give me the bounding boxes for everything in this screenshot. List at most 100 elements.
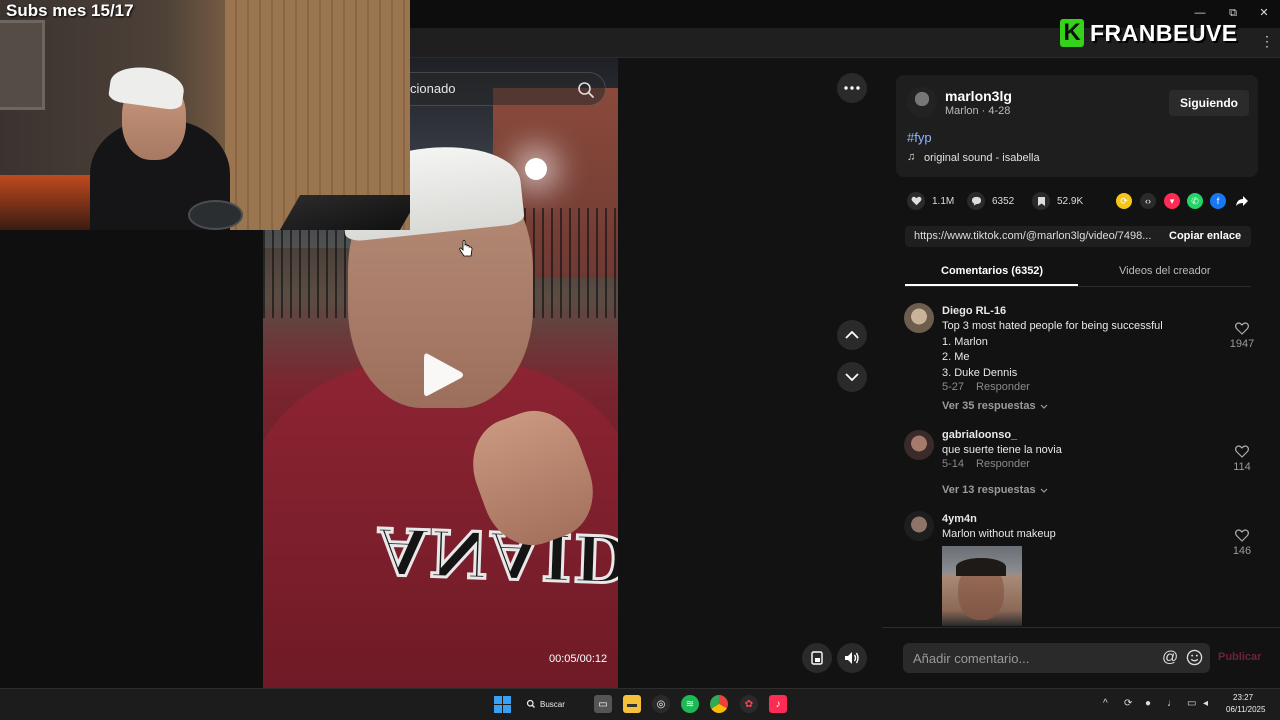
comment-text-line: 1. Marlon — [942, 336, 988, 348]
comment-text-line: Marlon without makeup — [942, 528, 1056, 540]
windows-start-icon[interactable] — [494, 696, 511, 713]
microphone-icon[interactable]: ♩ — [1167, 698, 1177, 709]
composer-divider — [882, 627, 1280, 628]
comment-like-icon[interactable] — [1235, 322, 1249, 335]
share-arrow-icon[interactable] — [1235, 195, 1249, 207]
comment-text-line: 3. Duke Dennis — [942, 367, 1018, 379]
facebook-icon[interactable]: f — [1210, 193, 1226, 209]
comment-count: 6352 — [992, 196, 1015, 207]
volume-button[interactable] — [837, 643, 867, 673]
video-timecode: 00:05/00:12 — [549, 653, 608, 665]
view-replies-button[interactable]: Ver 35 respuestas — [942, 400, 1048, 412]
hashtag-link[interactable]: #fyp — [907, 130, 932, 145]
previous-video-button[interactable] — [837, 320, 867, 350]
bookmark-icon — [1037, 196, 1045, 206]
comment-button[interactable] — [967, 192, 985, 210]
comment-username[interactable]: 4ym4n — [942, 513, 977, 525]
view-replies-label: Ver 13 respuestas — [942, 484, 1036, 496]
heart-icon — [911, 196, 921, 206]
save-button[interactable] — [1032, 192, 1050, 210]
taskbar-search-label: Buscar — [540, 699, 565, 709]
file-explorer-icon[interactable]: ▬ — [623, 695, 641, 713]
comment-text-line: que suerte tiene la novia — [942, 444, 1062, 456]
comment-text-line: 2. Me — [942, 351, 970, 363]
logo-name: FRANBEUVE — [1090, 19, 1238, 46]
next-video-button[interactable] — [837, 362, 867, 392]
webcam-streamer-cap — [107, 63, 187, 111]
tray-sync-icon[interactable]: ⟳ — [1124, 698, 1132, 709]
creator-username[interactable]: marlon3lg — [945, 88, 1012, 104]
mention-icon[interactable]: @ — [1162, 649, 1178, 667]
search-input-text[interactable]: cionado — [410, 81, 456, 96]
like-button[interactable] — [907, 192, 925, 210]
repost-icon[interactable]: ⟳ — [1116, 193, 1132, 209]
task-view-icon[interactable]: ▭ — [594, 695, 612, 713]
search-icon — [526, 699, 535, 708]
app-icon[interactable]: ◎ — [652, 695, 670, 713]
video-link-text: https://www.tiktok.com/@marlon3lg/video/… — [914, 230, 1152, 242]
tray-app-icon[interactable]: ● — [1145, 698, 1151, 709]
emoji-icon[interactable] — [1186, 649, 1203, 666]
speaker-icon[interactable]: ◂ — [1203, 698, 1208, 709]
webcam-overlay — [0, 0, 410, 230]
search-icon[interactable] — [576, 80, 596, 100]
spotify-icon[interactable]: ≋ — [681, 695, 699, 713]
hand-cursor-icon — [459, 240, 473, 257]
taskbar-time[interactable]: 23:27 — [1233, 693, 1253, 702]
volume-icon — [845, 652, 859, 664]
comment-username[interactable]: gabrialoonso_ — [942, 429, 1017, 441]
more-options-button[interactable] — [837, 73, 867, 103]
comment-bubble-icon — [971, 196, 981, 206]
webcam-microphone — [188, 200, 243, 230]
whatsapp-icon[interactable]: ✆ — [1187, 193, 1203, 209]
comment-image-hair — [956, 558, 1006, 576]
tab-creator-videos[interactable]: Videos del creador — [1119, 265, 1211, 277]
comment-like-icon[interactable] — [1235, 529, 1249, 542]
following-button[interactable]: Siguiendo — [1169, 90, 1249, 116]
comment-image[interactable] — [942, 546, 1022, 626]
comment-like-count: 114 — [1233, 461, 1251, 473]
comment-date: 5-14 — [942, 458, 965, 470]
taskbar-search[interactable]: Buscar — [526, 694, 578, 714]
comment-like-count: 146 — [1232, 545, 1252, 557]
chrome-icon[interactable] — [710, 695, 728, 713]
comment-username[interactable]: Diego RL-16 — [942, 305, 1006, 317]
chevron-down-icon — [845, 373, 859, 381]
sound-link[interactable]: original sound - isabella — [924, 152, 1040, 164]
comment-avatar[interactable] — [904, 303, 934, 333]
picture-in-picture-button[interactable] — [802, 643, 832, 673]
tab-divider — [905, 286, 1251, 287]
subs-counter-text: Subs mes 15/17 — [6, 1, 134, 20]
browser-menu-icon[interactable]: ⋮ — [1260, 33, 1274, 50]
chevron-down-icon — [1040, 488, 1048, 493]
webcam-picture-frame — [0, 20, 45, 110]
tiktok-icon[interactable]: ♪ — [769, 695, 787, 713]
reply-button[interactable]: Responder — [976, 381, 1030, 393]
chevron-up-icon — [845, 331, 859, 339]
screen: — ⧉ ✕ ⋮ ANAIDNI cionado 00:05/00:12 Subs… — [0, 0, 1280, 720]
comment-date: 5-27 — [942, 381, 965, 393]
comment-like-icon[interactable] — [1235, 445, 1249, 458]
publish-button[interactable]: Publicar — [1218, 651, 1261, 663]
tray-chevron-up-icon[interactable]: ^ — [1103, 698, 1108, 709]
creator-subline: Marlon · 4-28 — [945, 105, 1011, 117]
taskbar-date[interactable]: 06/11/2025 — [1226, 705, 1265, 714]
more-dots-icon — [844, 86, 860, 90]
reply-button[interactable]: Responder — [976, 458, 1030, 470]
save-count: 52.9K — [1057, 196, 1084, 207]
view-replies-button[interactable]: Ver 13 respuestas — [942, 484, 1048, 496]
send-icon[interactable]: ▾ — [1164, 193, 1180, 209]
creator-avatar[interactable] — [907, 87, 937, 117]
close-button[interactable]: ✕ — [1255, 4, 1273, 22]
app-icon-red[interactable]: ✿ — [740, 695, 758, 713]
copy-link-button[interactable]: Copiar enlace — [1169, 230, 1241, 242]
play-icon[interactable] — [420, 350, 466, 400]
tab-comments[interactable]: Comentarios (6352) — [941, 265, 1043, 277]
comment-avatar[interactable] — [904, 511, 934, 541]
logo-letter: K — [1060, 19, 1084, 47]
monitor-icon[interactable]: ▭ — [1187, 698, 1196, 709]
embed-icon[interactable]: ‹› — [1140, 193, 1156, 209]
view-replies-label: Ver 35 respuestas — [942, 400, 1036, 412]
comment-avatar[interactable] — [904, 430, 934, 460]
comment-text-line: Top 3 most hated people for being succes… — [942, 320, 1163, 332]
